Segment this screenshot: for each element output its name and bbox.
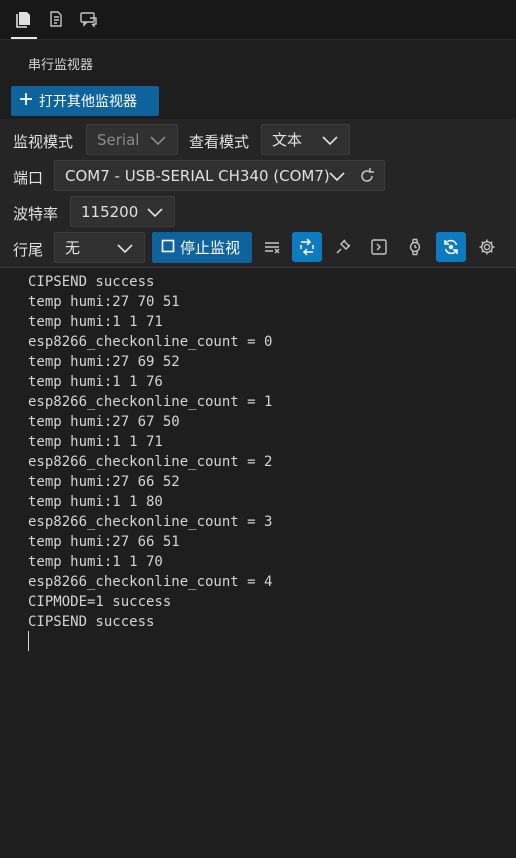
line-ending-label: 行尾: [13, 241, 44, 259]
port-value: COM7 - USB-SERIAL CH340 (COM7): [65, 166, 330, 185]
timestamp-watch-icon[interactable]: [400, 232, 430, 262]
clear-output-icon[interactable]: [257, 232, 287, 262]
monitor-mode-value: Serial: [97, 130, 140, 149]
files-icon[interactable]: [11, 8, 37, 39]
console-line: temp humi:1 1 76: [28, 374, 163, 390]
console-lines: CIPSEND success temp humi:27 70 51 temp hu…: [28, 272, 272, 632]
console-line: esp8266_checkonline_count = 0: [28, 334, 273, 350]
open-other-monitor-label: 打开其他监视器: [39, 94, 137, 110]
baud-dropdown[interactable]: 115200: [70, 196, 175, 227]
section-title: 串行监视器: [28, 58, 94, 73]
baud-label: 波特率: [13, 205, 59, 223]
serial-output-console[interactable]: CIPSEND success temp humi:27 70 51 temp hu…: [0, 269, 516, 858]
console-line: esp8266_checkonline_count = 3: [28, 514, 273, 530]
port-dropdown[interactable]: COM7 - USB-SERIAL CH340 (COM7): [54, 160, 385, 191]
console-line: temp humi:27 70 51: [28, 294, 180, 310]
console-line: temp humi:27 66 52: [28, 474, 180, 490]
console-line: temp humi:27 67 50: [28, 414, 180, 430]
connect-plug-icon[interactable]: [328, 232, 358, 262]
console-line: esp8266_checkonline_count = 2: [28, 454, 273, 470]
stop-monitor-label: 停止监视: [180, 239, 241, 257]
monitor-mode-dropdown[interactable]: Serial: [86, 124, 178, 155]
chevron-down-icon: [322, 136, 338, 146]
plus-icon: [19, 92, 33, 110]
baud-value: 115200: [81, 202, 139, 221]
chat-icon[interactable]: [77, 8, 99, 30]
input-caret: [28, 631, 29, 651]
view-mode-dropdown[interactable]: 文本: [261, 124, 350, 155]
console-line: temp humi:1 1 70: [28, 554, 163, 570]
settings-gear-icon[interactable]: [472, 232, 502, 262]
console-line: temp humi:27 69 52: [28, 354, 180, 370]
refresh-icon[interactable]: [357, 166, 377, 186]
console-line: temp humi:1 1 71: [28, 314, 163, 330]
chevron-down-icon: [147, 208, 163, 218]
chevron-down-icon: [329, 172, 345, 182]
view-mode-value: 文本: [272, 131, 303, 149]
port-label: 端口: [13, 169, 44, 187]
console-line: esp8266_checkonline_count = 4: [28, 574, 273, 590]
notes-icon[interactable]: [45, 8, 67, 30]
toggle-swap-icon[interactable]: [292, 232, 322, 262]
activity-tab-bar: [0, 0, 516, 40]
line-ending-value: 无: [65, 239, 81, 257]
console-line: CIPSEND success: [28, 274, 155, 290]
console-line: temp humi:1 1 80: [28, 494, 163, 510]
console-line: temp humi:27 66 51: [28, 534, 180, 550]
line-ending-dropdown[interactable]: 无: [54, 232, 145, 263]
stop-monitor-button[interactable]: 停止监视: [152, 232, 252, 263]
console-line: esp8266_checkonline_count = 1: [28, 394, 273, 410]
monitor-mode-label: 监视模式: [13, 133, 74, 151]
terminal-icon[interactable]: [364, 232, 394, 262]
view-mode-label: 查看模式: [189, 133, 250, 151]
console-line: temp humi:1 1 71: [28, 434, 163, 450]
stop-square-icon: [161, 239, 175, 257]
console-line: CIPSEND success: [28, 614, 155, 630]
autoscroll-icon[interactable]: [436, 232, 466, 262]
console-line: CIPMODE=1 success: [28, 594, 172, 610]
chevron-down-icon: [117, 244, 133, 254]
chevron-down-icon: [150, 136, 166, 146]
open-other-monitor-button[interactable]: 打开其他监视器: [11, 86, 159, 116]
